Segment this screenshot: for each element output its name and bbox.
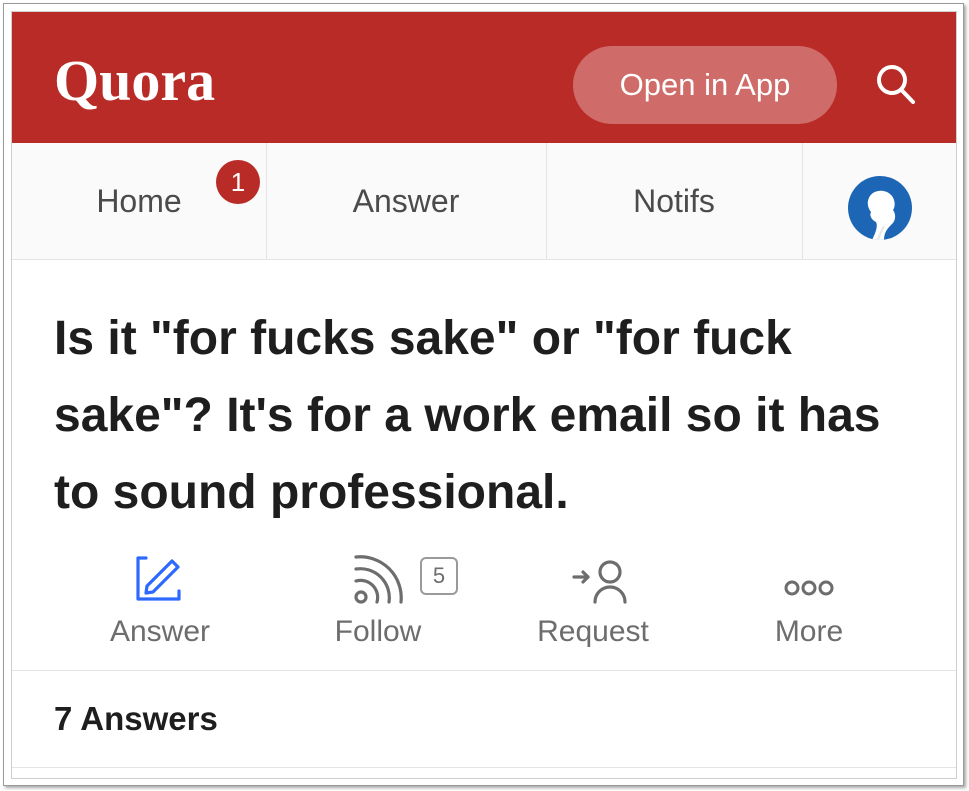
tab-notifs[interactable]: Notifs: [546, 143, 802, 259]
home-notification-badge: 1: [216, 160, 260, 204]
follow-count-badge: 5: [420, 557, 458, 595]
app-screen: Quora Open in App Home 1 Answer Notifs I…: [11, 11, 957, 779]
more-action-label: More: [774, 615, 844, 648]
open-in-app-button[interactable]: Open in App: [573, 46, 837, 124]
answer-action-label: Answer: [109, 615, 211, 648]
follow-action-label: Follow: [334, 615, 422, 648]
question-title[interactable]: Is it "for fucks sake" or "for fuck sake…: [54, 300, 914, 531]
request-user-icon: [493, 547, 693, 607]
tab-answer-label: Answer: [352, 182, 460, 219]
tab-notifs-label: Notifs: [633, 182, 715, 219]
answers-count-heading: 7 Answers: [54, 700, 218, 737]
answer-action-button[interactable]: Answer: [60, 547, 260, 657]
request-action-button[interactable]: Request: [493, 547, 693, 657]
section-divider: [12, 670, 956, 671]
section-divider: [12, 767, 956, 768]
more-action-button[interactable]: More: [709, 547, 909, 657]
nav-bar: Home 1 Answer Notifs: [12, 143, 956, 260]
tab-answer[interactable]: Answer: [266, 143, 546, 259]
pencil-square-icon: [60, 547, 260, 607]
top-bar: Quora Open in App: [12, 12, 956, 143]
profile-avatar[interactable]: [848, 176, 912, 240]
nav-divider: [802, 143, 803, 259]
search-icon[interactable]: [871, 60, 921, 110]
tab-home-label: Home: [96, 182, 182, 219]
quora-logo[interactable]: Quora: [54, 52, 215, 110]
request-action-label: Request: [537, 615, 649, 648]
more-dots-icon: [709, 547, 909, 607]
